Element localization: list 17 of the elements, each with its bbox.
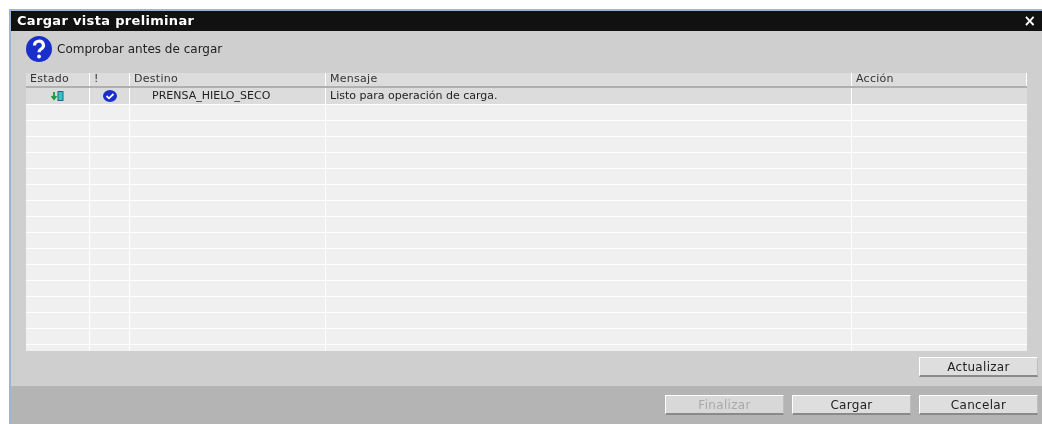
action-button[interactable]: Cargar [792, 395, 911, 415]
column-header[interactable]: Destino [134, 73, 178, 88]
table-row[interactable]: PRENSA_HIELO_SECO Listo para operación de carga. [26, 88, 1027, 104]
table-cell-text: PRENSA_HIELO_SECO [152, 87, 271, 104]
column-header[interactable]: Mensaje [330, 73, 378, 88]
column-header[interactable]: Acción [856, 73, 894, 88]
header-text: Comprobar antes de cargar [57, 41, 223, 58]
column-header[interactable]: Estado [30, 73, 70, 88]
action-button[interactable]: Cancelar [919, 395, 1038, 415]
column-header[interactable]: ! [94, 73, 99, 88]
window-title: Cargar vista preliminar [17, 12, 195, 31]
download-status-icon [50, 91, 65, 101]
close-button[interactable]: × [1023, 13, 1036, 29]
table-cell-text: Listo para operación de carga. [330, 87, 498, 104]
action-button[interactable]: Actualizar [919, 357, 1038, 377]
question-icon [25, 35, 53, 63]
check-icon [102, 90, 117, 102]
